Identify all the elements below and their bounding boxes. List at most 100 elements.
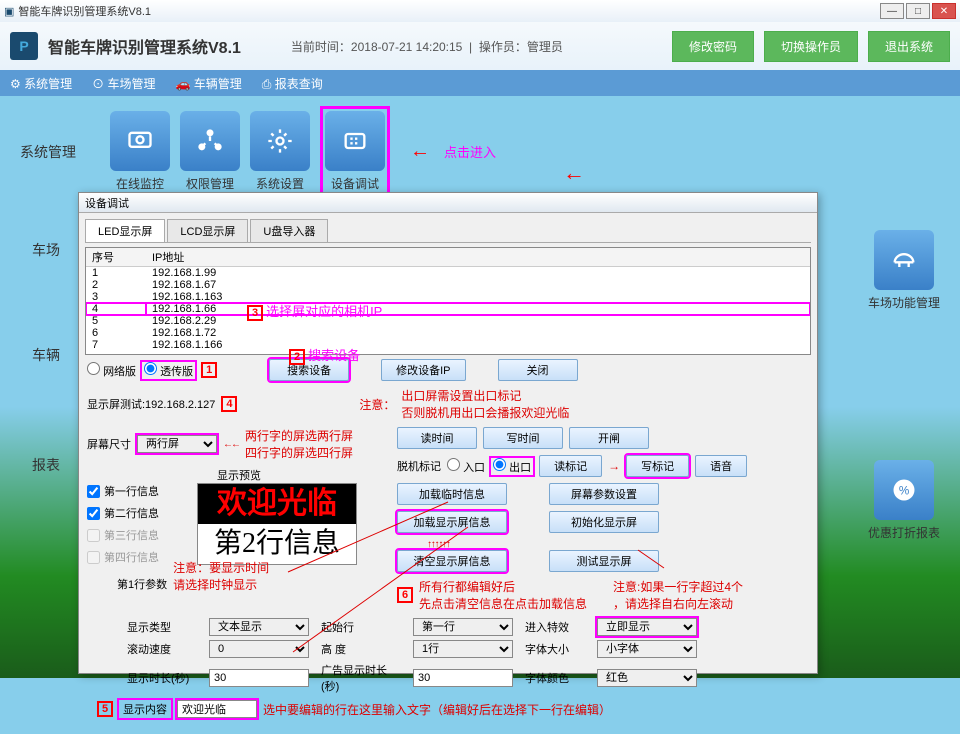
font-color-select[interactable]: 红色 <box>597 669 697 687</box>
arrow-icon: ←← <box>223 439 239 450</box>
font-size-label: 字体大小 <box>525 641 585 657</box>
badge-4: 4 <box>221 396 237 412</box>
badge-3: 3 <box>247 305 263 321</box>
table-row[interactable]: 2192.168.1.67 <box>86 279 810 291</box>
menu-report[interactable]: ⎙ 报表查询 <box>262 75 323 92</box>
screen-size-select[interactable]: 两行屏 <box>137 435 217 453</box>
tool-online-monitor[interactable] <box>110 111 170 171</box>
modify-ip-button[interactable]: 修改设备IP <box>381 359 465 381</box>
line4-label: 第四行信息 <box>104 549 159 565</box>
param-hint-2: 请选择时钟显示 <box>173 576 269 593</box>
scroll-speed-select[interactable]: 0 <box>209 640 309 658</box>
radio-network[interactable]: 网络版 <box>87 362 136 379</box>
display-content-label: 显示内容 <box>119 700 171 718</box>
tool-device-debug[interactable] <box>325 111 385 171</box>
arrow-icon: ↑ ↑ ↑ ↑ ↑ ↑ <box>427 539 809 550</box>
badge-5: 5 <box>97 701 113 717</box>
tab-usb[interactable]: U盘导入器 <box>250 219 328 242</box>
start-line-select[interactable]: 第一行 <box>413 618 513 636</box>
radio-out[interactable]: 出口 <box>491 458 533 475</box>
height-select[interactable]: 1行 <box>413 640 513 658</box>
init-screen-button[interactable]: 初始化显示屏 <box>549 511 659 533</box>
badge-1: 1 <box>201 362 217 378</box>
font-size-select[interactable]: 小字体 <box>597 640 697 658</box>
section-system-label: 系统管理 <box>20 142 100 162</box>
notice-2: 否则脱机用出口会播报欢迎光临 <box>401 404 569 421</box>
tab-led[interactable]: LED显示屏 <box>85 219 165 242</box>
menubar: ⚙ 系统管理 ⊙ 车场管理 🚗 车辆管理 ⎙ 报表查询 <box>0 70 960 96</box>
minimize-button[interactable]: — <box>880 3 904 19</box>
arrow-icon: ← <box>563 160 585 186</box>
close-dialog-button[interactable]: 关闭 <box>498 359 578 381</box>
notice-label: 注意： <box>359 396 395 413</box>
menu-vehicle[interactable]: 🚗 车辆管理 <box>175 75 241 92</box>
line2-checkbox[interactable] <box>87 507 100 520</box>
change-password-button[interactable]: 修改密码 <box>672 31 754 62</box>
dialog-title: 设备调试 <box>79 193 817 213</box>
read-mark-button[interactable]: 读标记 <box>539 455 602 477</box>
display-duration-input[interactable] <box>209 669 309 687</box>
radio-in[interactable]: 入口 <box>447 458 485 475</box>
app-title: 智能车牌识别管理系统V8.1 <box>48 34 241 58</box>
line3-label: 第三行信息 <box>104 527 159 543</box>
content-hint: 选中要编辑的行在这里输入文字（编辑好后在选择下一行在编辑） <box>263 701 611 718</box>
tool-settings[interactable] <box>250 111 310 171</box>
tool-label: 车场功能管理 <box>868 294 940 311</box>
write-mark-button[interactable]: 写标记 <box>626 455 689 477</box>
close-button[interactable]: ✕ <box>932 3 956 19</box>
font-color-label: 字体颜色 <box>525 670 585 686</box>
open-gate-button[interactable]: 开闸 <box>569 427 649 449</box>
radio-transparent[interactable]: 透传版 <box>142 362 195 379</box>
line1-label: 第一行信息 <box>104 483 159 499</box>
enter-effect-select[interactable]: 立即显示 <box>597 618 697 636</box>
app-icon: ▣ <box>4 5 14 18</box>
maximize-button[interactable]: □ <box>906 3 930 19</box>
table-row[interactable]: 7192.168.1.166 <box>86 339 810 351</box>
arrow-icon: → <box>608 459 620 473</box>
preview-label: 显示预览 <box>217 467 387 483</box>
app-logo: P <box>10 32 38 60</box>
test-screen-button[interactable]: 测试显示屏 <box>549 550 659 572</box>
clear-info-button[interactable]: 清空显示屏信息 <box>397 550 507 572</box>
col-index: 序号 <box>86 248 146 267</box>
screen-param-button[interactable]: 屏幕参数设置 <box>549 483 659 505</box>
titlebar-text: 智能车牌识别管理系统V8.1 <box>18 3 151 19</box>
switch-operator-button[interactable]: 切换操作员 <box>764 31 858 62</box>
table-row[interactable]: 6192.168.1.72 <box>86 327 810 339</box>
line3-checkbox <box>87 529 100 542</box>
exit-system-button[interactable]: 退出系统 <box>868 31 950 62</box>
arrow-icon: ← <box>410 140 430 163</box>
tool-permission[interactable] <box>180 111 240 171</box>
write-time-button[interactable]: 写时间 <box>483 427 563 449</box>
notice-1: 出口屏需设置出口标记 <box>401 387 569 404</box>
tool-lot-function[interactable] <box>874 230 934 290</box>
ad-duration-input[interactable] <box>413 669 513 687</box>
hint-scroll-2: ，请选择自右向左滚动 <box>613 595 743 612</box>
table-row-selected[interactable]: 4192.168.1.66 <box>86 303 810 315</box>
svg-text:%: % <box>899 485 909 498</box>
display-type-select[interactable]: 文本显示 <box>209 618 309 636</box>
load-info-button[interactable]: 加载显示屏信息 <box>397 511 507 533</box>
ad-duration-label: 广告显示时长(秒) <box>321 662 401 694</box>
menu-system[interactable]: ⚙ 系统管理 <box>10 75 72 92</box>
voice-button[interactable]: 语音 <box>695 455 747 477</box>
hint-select-ip: 选择屏对应的相机IP <box>266 304 382 319</box>
line2-label: 第二行信息 <box>104 505 159 521</box>
display-type-label: 显示类型 <box>127 619 197 635</box>
ip-table[interactable]: 序号IP地址 1192.168.1.99 2192.168.1.67 3192.… <box>85 247 811 355</box>
display-content-input[interactable] <box>177 700 257 718</box>
table-row[interactable]: 3192.168.1.163 <box>86 291 810 303</box>
tool-label: 设备调试 <box>331 175 379 192</box>
line1-checkbox[interactable] <box>87 485 100 498</box>
badge-2: 2 <box>289 349 305 365</box>
tool-label: 权限管理 <box>186 175 234 192</box>
hint-search: 搜索设备 <box>308 348 360 363</box>
preview-line1: 欢迎光临 <box>198 484 356 524</box>
load-temp-button[interactable]: 加载临时信息 <box>397 483 507 505</box>
table-row[interactable]: 5192.168.2.29 <box>86 315 810 327</box>
tool-discount-report[interactable]: % <box>874 460 934 520</box>
tab-lcd[interactable]: LCD显示屏 <box>167 219 248 242</box>
table-row[interactable]: 1192.168.1.99 <box>86 267 810 280</box>
read-time-button[interactable]: 读时间 <box>397 427 477 449</box>
menu-lot[interactable]: ⊙ 车场管理 <box>92 75 155 92</box>
